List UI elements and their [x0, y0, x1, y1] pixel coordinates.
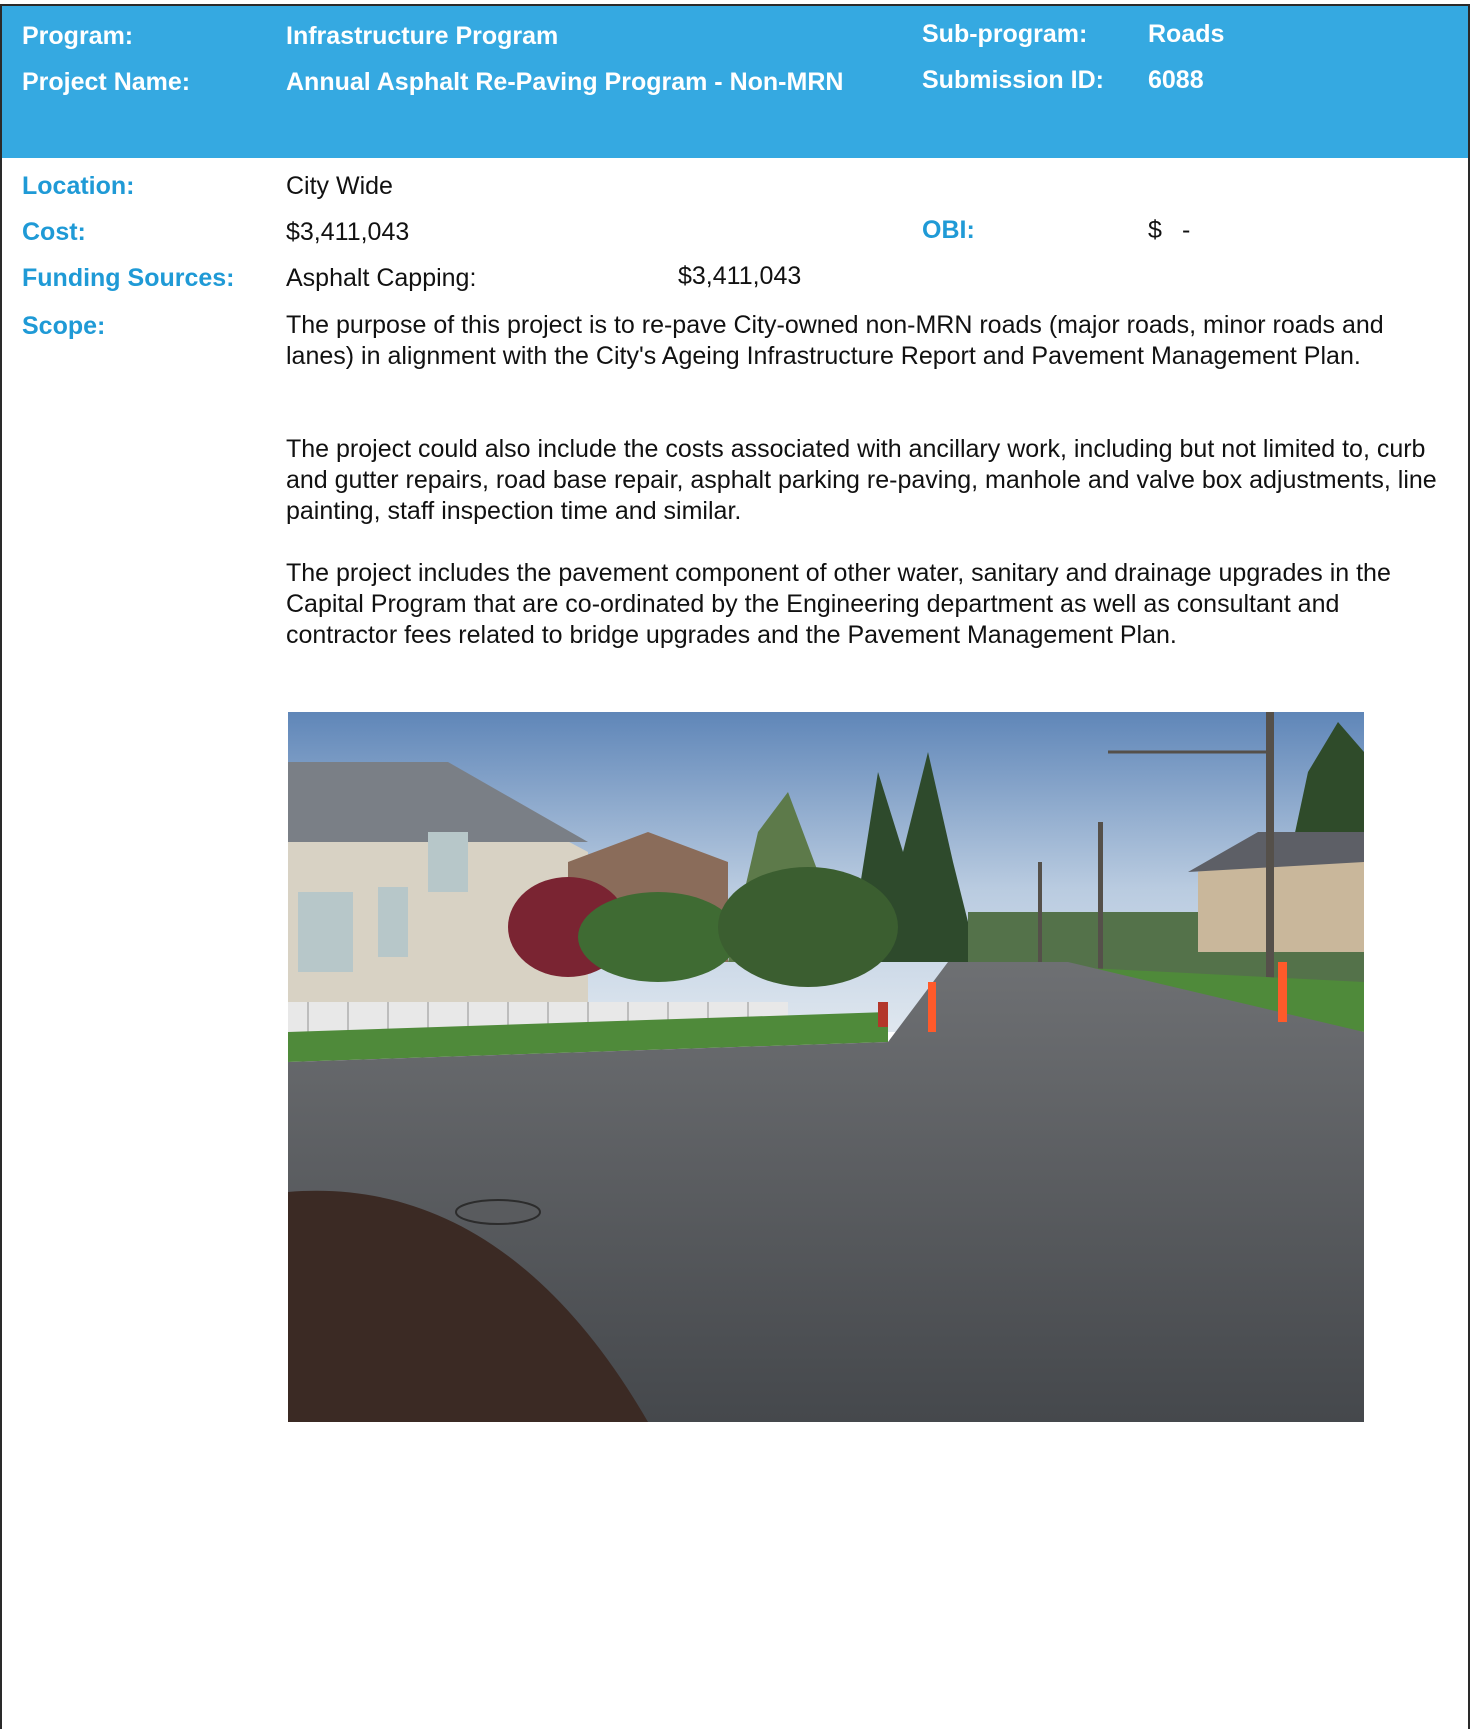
scope-paragraph-3: The project includes the pavement compon… — [286, 559, 1391, 649]
street-photo-illustration — [288, 712, 1364, 1422]
subprogram-label: Sub-program: — [922, 20, 1088, 48]
funding-source-name: Asphalt Capping: — [286, 264, 477, 292]
submission-id-label: Submission ID: — [922, 66, 1104, 94]
submission-id-value: 6088 — [1148, 66, 1204, 94]
project-name-value: Annual Asphalt Re-Paving Program - Non-M… — [286, 68, 844, 96]
program-label: Program: — [22, 22, 134, 50]
location-value: City Wide — [286, 172, 393, 200]
project-sheet: Program: Infrastructure Program Sub-prog… — [0, 4, 1470, 1729]
funding-sources-label: Funding Sources: — [22, 264, 235, 292]
street-photo — [288, 712, 1364, 1422]
header-band: Program: Infrastructure Program Sub-prog… — [2, 6, 1468, 158]
subprogram-value: Roads — [1148, 20, 1225, 48]
program-value: Infrastructure Program — [286, 22, 559, 50]
obi-value: - — [1182, 216, 1191, 244]
cost-value: $3,411,043 — [286, 218, 410, 246]
scope-paragraph-1: The purpose of this project is to re-pav… — [286, 311, 1384, 370]
cost-label: Cost: — [22, 218, 86, 246]
obi-currency: $ — [1148, 216, 1162, 244]
scope-paragraph-2: The project could also include the costs… — [286, 435, 1437, 525]
location-label: Location: — [22, 172, 135, 200]
scope-label: Scope: — [22, 312, 106, 340]
project-name-label: Project Name: — [22, 68, 191, 96]
obi-label: OBI: — [922, 216, 975, 244]
funding-source-amount: $3,411,043 — [678, 262, 802, 290]
